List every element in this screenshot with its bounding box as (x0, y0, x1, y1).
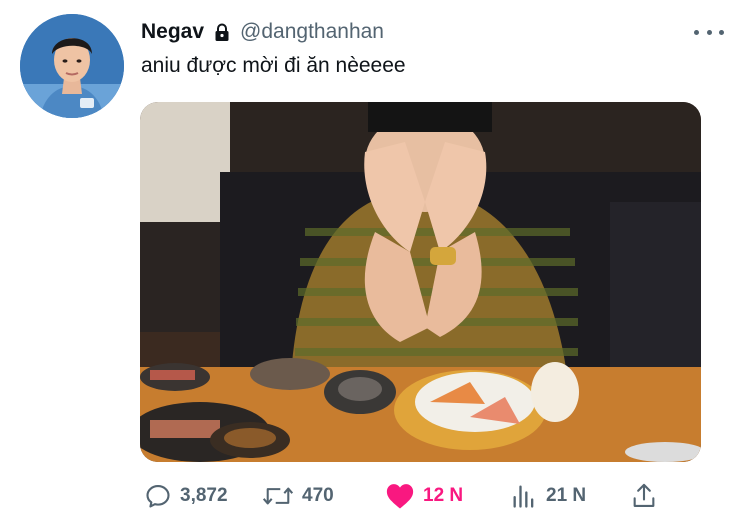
share-button[interactable] (630, 476, 658, 516)
tweet-photo[interactable] (140, 102, 701, 462)
like-count: 12 N (423, 485, 464, 506)
heart-icon (386, 484, 414, 509)
views-icon (513, 485, 534, 508)
more-icon[interactable] (694, 22, 724, 42)
lock-icon (212, 22, 232, 42)
like-button[interactable]: 12 N (385, 476, 463, 516)
reply-button[interactable]: 3,872 (144, 476, 228, 516)
avatar-image (20, 14, 124, 118)
tweet-actions: 3,872 470 12 N 21 N (0, 476, 750, 516)
tweet-header: Negav @dangthanhan (141, 20, 384, 44)
retweet-count: 470 (302, 485, 334, 506)
views-count: 21 N (546, 485, 587, 506)
reply-icon (146, 485, 170, 508)
retweet-button[interactable]: 470 (262, 476, 334, 516)
retweet-icon (262, 487, 294, 505)
share-icon (633, 483, 655, 507)
tweet-text: aniu được mời đi ăn nèeeee (141, 54, 406, 77)
views-button[interactable]: 21 N (510, 476, 586, 516)
user-handle[interactable]: @dangthanhan (240, 20, 384, 44)
avatar[interactable] (20, 14, 124, 118)
display-name[interactable]: Negav (141, 20, 204, 44)
reply-count: 3,872 (180, 485, 228, 506)
photo-image (140, 102, 701, 462)
